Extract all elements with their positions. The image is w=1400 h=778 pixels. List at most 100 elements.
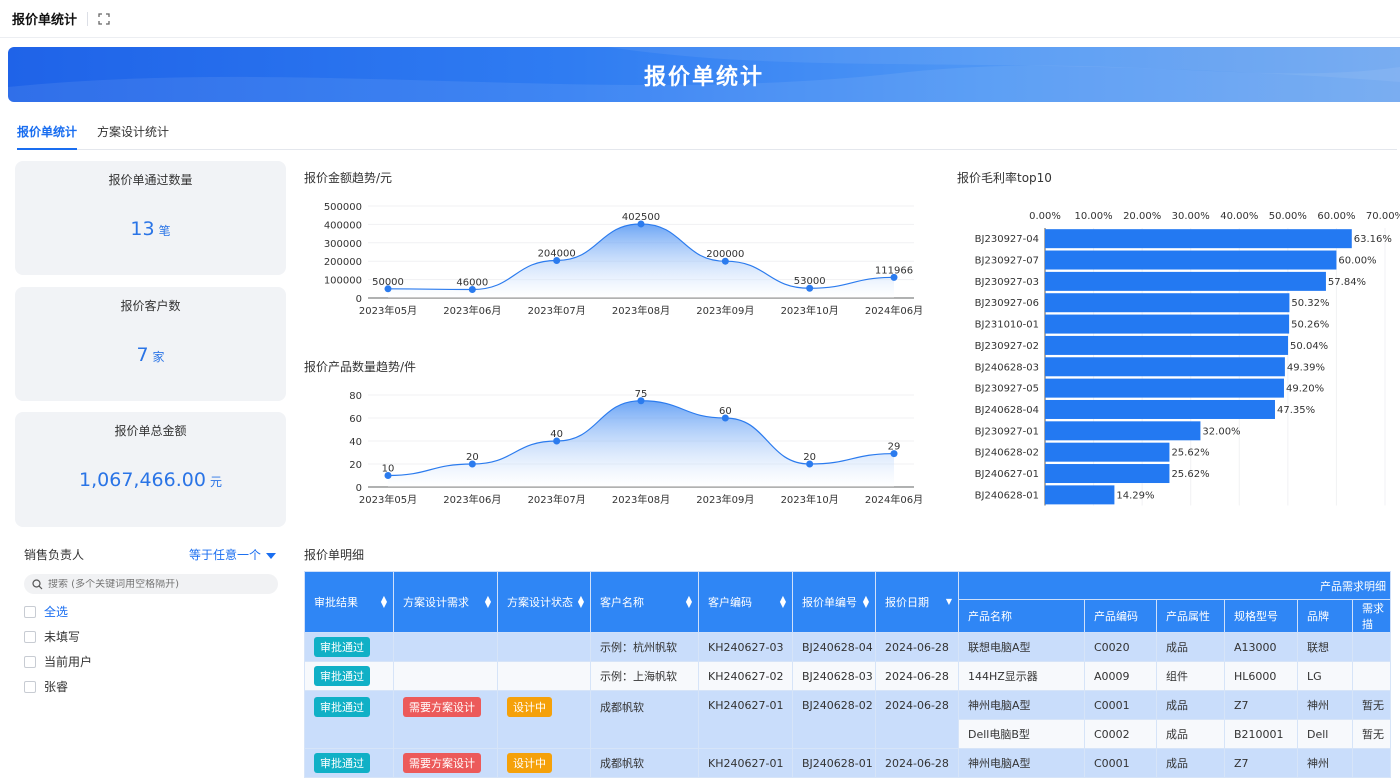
data-label: 402500 bbox=[622, 212, 660, 223]
bar[interactable] bbox=[1045, 399, 1275, 419]
x-tick-label: 2024年06月 bbox=[865, 493, 923, 506]
sort-icon[interactable]: ▲ ▼ bbox=[485, 595, 491, 609]
cell-quote-no: BJ240628-02 bbox=[792, 690, 876, 749]
sort-icon[interactable]: ▲ ▼ bbox=[780, 595, 786, 609]
kpi-label: 报价单通过数量 bbox=[108, 173, 193, 187]
data-label: 57.84% bbox=[1328, 277, 1366, 288]
cell-attr: 成品 bbox=[1156, 719, 1225, 749]
checkbox[interactable] bbox=[24, 655, 36, 668]
col-header-product[interactable]: 产品名称 bbox=[958, 599, 1085, 633]
table-row[interactable]: 审批通过 需要方案设计 设计中 成都帆软 KH240627-01 BJ24062… bbox=[304, 748, 1392, 778]
sort-desc-icon[interactable]: ▼ bbox=[946, 598, 952, 606]
data-label: 47.35% bbox=[1277, 405, 1315, 416]
bar[interactable] bbox=[1045, 229, 1352, 249]
tab-design-stats[interactable]: 方案设计统计 bbox=[97, 118, 169, 150]
cell-customer: 成都帆软 bbox=[590, 748, 699, 778]
cell-cust-code: KH240627-01 bbox=[698, 690, 793, 749]
cell-desc: 暂无 bbox=[1351, 719, 1392, 749]
cell-brand: 神州 bbox=[1297, 690, 1353, 720]
cell-prod-code: C0020 bbox=[1084, 632, 1157, 662]
bar[interactable] bbox=[1045, 485, 1115, 505]
y-tick-label: BJ240628-02 bbox=[975, 448, 1039, 459]
col-header-customer[interactable]: 客户名称 ▲ ▼ bbox=[590, 571, 699, 633]
bar[interactable] bbox=[1045, 378, 1284, 398]
checkbox[interactable] bbox=[24, 605, 36, 618]
x-tick-label: 2023年08月 bbox=[612, 493, 670, 506]
tab-quote-stats[interactable]: 报价单统计 bbox=[17, 118, 78, 150]
data-label: 20 bbox=[466, 452, 479, 463]
x-tick-label: 0.00% bbox=[1029, 211, 1061, 222]
col-header-design-need[interactable]: 方案设计需求 ▲ ▼ bbox=[393, 571, 498, 633]
cell-cust-code: KH240627-02 bbox=[698, 661, 793, 691]
y-tick-label: 0 bbox=[356, 483, 362, 494]
col-header-attr[interactable]: 产品属性 bbox=[1156, 599, 1225, 633]
option-zhang-rui[interactable]: 张睿 bbox=[24, 679, 286, 694]
col-header-date[interactable]: 报价日期 ▼ bbox=[875, 571, 959, 633]
y-tick-label: 400000 bbox=[324, 220, 362, 231]
col-header-cust-code[interactable]: 客户编码 ▲ ▼ bbox=[698, 571, 793, 633]
cell-product: 神州电脑A型 bbox=[958, 748, 1085, 778]
amount-trend-title: 报价金额趋势/元 bbox=[304, 171, 393, 185]
caret-down-icon bbox=[266, 552, 276, 559]
col-header-desc[interactable]: 需求描 bbox=[1351, 599, 1392, 633]
filter-search-box[interactable] bbox=[24, 574, 278, 594]
col-header-spec[interactable]: 规格型号 bbox=[1224, 599, 1298, 633]
col-header-design-status[interactable]: 方案设计状态 ▲ ▼ bbox=[497, 571, 591, 633]
cell-brand: 联想 bbox=[1297, 632, 1353, 662]
cell-prod-code: C0002 bbox=[1084, 719, 1157, 749]
x-tick-label: 20.00% bbox=[1123, 211, 1161, 222]
sort-icon[interactable]: ▲ ▼ bbox=[578, 595, 584, 609]
data-label: 50.26% bbox=[1291, 320, 1329, 331]
bar[interactable] bbox=[1045, 421, 1201, 441]
bar[interactable] bbox=[1045, 464, 1170, 484]
cell-cust-code: KH240627-01 bbox=[698, 748, 793, 778]
bar[interactable] bbox=[1045, 314, 1290, 334]
cell-product: 144HZ显示器 bbox=[958, 661, 1085, 691]
bar[interactable] bbox=[1045, 357, 1285, 377]
bar[interactable] bbox=[1045, 335, 1289, 355]
col-header-approval[interactable]: 审批结果 ▲ ▼ bbox=[304, 571, 394, 633]
data-label: 14.29% bbox=[1116, 490, 1154, 501]
bar[interactable] bbox=[1045, 271, 1326, 291]
bar[interactable] bbox=[1045, 293, 1290, 313]
sales-owner-filter: 销售负责人 等于任意一个 全选 未填写 当前用户 张睿 bbox=[15, 540, 286, 694]
kpi-card-approved-count: 报价单通过数量 13 笔 bbox=[15, 161, 286, 275]
data-label: 10 bbox=[382, 464, 395, 475]
data-label: 63.16% bbox=[1354, 234, 1392, 245]
y-tick-label: BJ230927-01 bbox=[975, 426, 1039, 437]
design-status-tag: 设计中 bbox=[507, 753, 552, 773]
cell-spec: A13000 bbox=[1224, 632, 1298, 662]
banner-title: 报价单统计 bbox=[643, 64, 764, 90]
table-row[interactable]: 审批通过 示例：上海帆软 KH240627-02 BJ240628-03 202… bbox=[304, 661, 1392, 691]
filter-operator-dropdown[interactable]: 等于任意一个 bbox=[189, 546, 276, 563]
checkbox[interactable] bbox=[24, 680, 36, 693]
table-row[interactable]: 审批通过 需要方案设计 设计中 成都帆软 KH240627-01 BJ24062… bbox=[304, 690, 1392, 749]
option-current-user[interactable]: 当前用户 bbox=[24, 654, 286, 669]
fullscreen-icon[interactable] bbox=[98, 12, 110, 25]
x-tick-label: 10.00% bbox=[1075, 211, 1113, 222]
cell-spec: B210001 bbox=[1224, 719, 1298, 749]
y-tick-label: 300000 bbox=[324, 239, 362, 250]
cell-brand: LG bbox=[1297, 661, 1353, 691]
sort-icon[interactable]: ▲ ▼ bbox=[686, 595, 692, 609]
cell-quote-no: BJ240628-04 bbox=[792, 632, 876, 662]
col-header-prod-code[interactable]: 产品编码 bbox=[1084, 599, 1157, 633]
sort-icon[interactable]: ▲ ▼ bbox=[863, 595, 869, 609]
data-label: 20 bbox=[803, 452, 816, 463]
approval-tag: 审批通过 bbox=[314, 753, 370, 773]
bar[interactable] bbox=[1045, 250, 1337, 270]
cell-date: 2024-06-28 bbox=[875, 632, 959, 662]
bar[interactable] bbox=[1045, 442, 1170, 462]
search-input[interactable] bbox=[48, 578, 248, 590]
checkbox[interactable] bbox=[24, 630, 36, 643]
sort-icon[interactable]: ▲ ▼ bbox=[381, 595, 387, 609]
y-tick-label: 20 bbox=[349, 460, 362, 471]
col-header-quote-no[interactable]: 报价单编号 ▲ ▼ bbox=[792, 571, 876, 633]
option-select-all[interactable]: 全选 bbox=[24, 604, 286, 619]
table-row[interactable]: 审批通过 示例：杭州帆软 KH240627-03 BJ240628-04 202… bbox=[304, 632, 1392, 662]
data-label: 29 bbox=[888, 442, 901, 453]
series-area bbox=[388, 400, 894, 487]
col-header-brand[interactable]: 品牌 bbox=[1297, 599, 1353, 633]
option-unfilled[interactable]: 未填写 bbox=[24, 629, 286, 644]
product-trend-chart: 0 20 40 60 80 10 2023年05月 20 2023年06月 40 2023年07月 7… bbox=[349, 389, 923, 506]
